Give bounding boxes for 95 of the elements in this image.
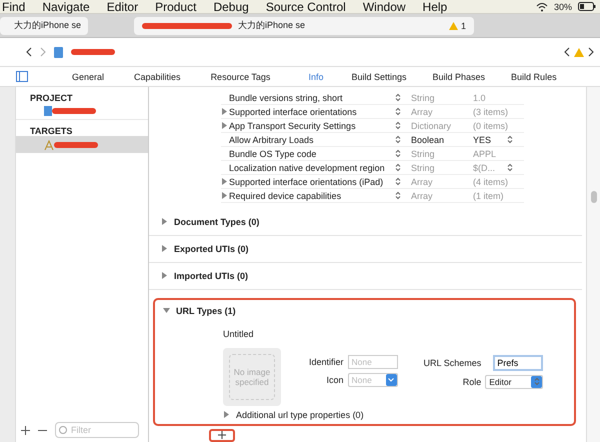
plist-value: 1.0 bbox=[473, 92, 487, 102]
stepper-icon[interactable] bbox=[395, 149, 401, 158]
image-placeholder-text: No image specified bbox=[229, 354, 275, 400]
plist-type: Array bbox=[411, 190, 434, 200]
plist-key: Required device capabilities bbox=[229, 190, 395, 200]
identifier-field[interactable]: None bbox=[348, 354, 398, 369]
menu-item[interactable]: Editor bbox=[106, 0, 138, 14]
add-url-type-button[interactable] bbox=[209, 428, 235, 442]
plist-key: Localization native development region bbox=[229, 162, 395, 172]
role-dropdown[interactable]: Editor bbox=[485, 374, 544, 389]
section-header: PROJECT bbox=[29, 92, 74, 103]
field-label: URL Schemes bbox=[424, 358, 482, 368]
disclosure-triangle-icon[interactable] bbox=[161, 245, 168, 252]
plist-type: Array bbox=[411, 106, 434, 116]
project-file-icon[interactable] bbox=[54, 46, 63, 58]
section-header: TARGETS bbox=[29, 125, 74, 136]
additional-properties-label[interactable]: Additional url type properties (0) bbox=[236, 410, 364, 420]
scrollbar-thumb[interactable] bbox=[590, 191, 596, 203]
editor-tab[interactable]: General bbox=[72, 72, 104, 82]
plist-key: App Transport Security Settings bbox=[229, 120, 395, 130]
scheme-selector[interactable]: 大力的iPhone se bbox=[0, 16, 88, 34]
back-icon[interactable] bbox=[26, 47, 32, 57]
plist-value: (3 items) bbox=[473, 106, 507, 116]
plist-type: String bbox=[411, 162, 436, 172]
menu-item[interactable]: Source Control bbox=[266, 0, 346, 14]
sidebar-toggle-icon[interactable] bbox=[16, 71, 28, 82]
filter-field[interactable]: Filter bbox=[55, 422, 139, 438]
disclosure-triangle-icon[interactable] bbox=[223, 411, 230, 418]
project-file-icon bbox=[44, 106, 52, 116]
editor-tab[interactable]: Capabilities bbox=[134, 72, 181, 82]
plist-key: Bundle OS Type code bbox=[229, 148, 395, 158]
plist-type: Array bbox=[411, 176, 434, 186]
editor-tab[interactable]: Info bbox=[308, 72, 324, 82]
filter-icon bbox=[59, 426, 67, 434]
menu-item[interactable]: Help bbox=[422, 0, 448, 14]
add-icon bbox=[218, 431, 226, 439]
value-stepper-icon[interactable] bbox=[507, 135, 513, 144]
forward-icon[interactable] bbox=[588, 47, 594, 57]
plist-type: Dictionary bbox=[411, 120, 452, 130]
editor-tab[interactable]: Build Settings bbox=[351, 72, 406, 82]
chevron-down-icon bbox=[388, 378, 394, 382]
section-title[interactable]: Imported UTIs (0) bbox=[174, 270, 248, 281]
wifi-icon[interactable] bbox=[536, 2, 548, 12]
plist-value: YES bbox=[473, 134, 492, 144]
plist-key: Supported interface orientations (iPad) bbox=[229, 176, 395, 186]
url-schemes-field[interactable]: Prefs bbox=[493, 354, 544, 371]
section-title[interactable]: Document Types (0) bbox=[174, 216, 260, 227]
menu-item[interactable]: Navigate bbox=[42, 0, 90, 14]
disclosure-triangle-icon[interactable] bbox=[163, 307, 170, 314]
menu-item[interactable]: Window bbox=[362, 0, 406, 14]
plist-value: $(D... bbox=[473, 162, 496, 172]
plist-value: APPL bbox=[473, 148, 498, 158]
disclosure-triangle-icon[interactable] bbox=[161, 218, 168, 226]
battery-icon[interactable] bbox=[578, 2, 596, 11]
section-title[interactable]: Exported UTIs (0) bbox=[174, 244, 249, 254]
menu-item[interactable]: Product bbox=[155, 0, 196, 14]
plist-type: Boolean bbox=[411, 134, 446, 144]
redaction-mark bbox=[71, 48, 115, 56]
app-target-icon bbox=[44, 140, 54, 150]
stepper-icon[interactable] bbox=[395, 135, 401, 144]
back-icon[interactable] bbox=[564, 47, 570, 57]
value-stepper-icon[interactable] bbox=[507, 163, 513, 172]
warning-count: 1 bbox=[460, 20, 466, 30]
url-type-name: Untitled bbox=[223, 328, 254, 339]
plist-value: (1 item) bbox=[473, 190, 505, 200]
editor-tab[interactable]: Build Rules bbox=[511, 72, 557, 82]
add-icon[interactable] bbox=[21, 426, 30, 434]
plist-key: Supported interface orientations bbox=[229, 106, 395, 116]
plist-type: String bbox=[411, 92, 436, 102]
section-title[interactable]: URL Types (1) bbox=[176, 306, 236, 316]
field-label: Role bbox=[462, 376, 482, 387]
stepper-icon[interactable] bbox=[395, 191, 401, 200]
plist-value: (4 items) bbox=[473, 176, 507, 186]
stepper-icon[interactable] bbox=[395, 177, 401, 186]
menu-item[interactable]: Find bbox=[2, 0, 26, 14]
menu-item[interactable]: Debug bbox=[213, 0, 249, 14]
sidebar-item[interactable] bbox=[16, 103, 148, 120]
stepper-icon[interactable] bbox=[395, 93, 401, 102]
stepper-icon[interactable] bbox=[395, 107, 401, 116]
redaction-mark bbox=[54, 140, 98, 148]
editor-tab[interactable]: Resource Tags bbox=[210, 72, 270, 82]
device-name: 大力的iPhone se bbox=[238, 19, 306, 32]
plist-key: Allow Arbitrary Loads bbox=[229, 134, 395, 144]
editor-tab[interactable]: Build Phases bbox=[432, 72, 486, 82]
plist-type: String bbox=[411, 148, 436, 158]
field-label: Identifier bbox=[309, 356, 344, 367]
battery-percentage: 30% bbox=[554, 0, 572, 14]
disclosure-triangle-icon[interactable] bbox=[161, 272, 168, 280]
stepper-icon[interactable] bbox=[395, 121, 401, 130]
stepper-icon[interactable] bbox=[395, 163, 401, 172]
field-label: Icon bbox=[326, 374, 344, 385]
plist-value: (0 items) bbox=[473, 120, 507, 130]
redaction-mark bbox=[52, 107, 96, 115]
plist-key: Bundle versions string, short bbox=[229, 92, 395, 102]
sidebar-item[interactable] bbox=[16, 136, 148, 153]
